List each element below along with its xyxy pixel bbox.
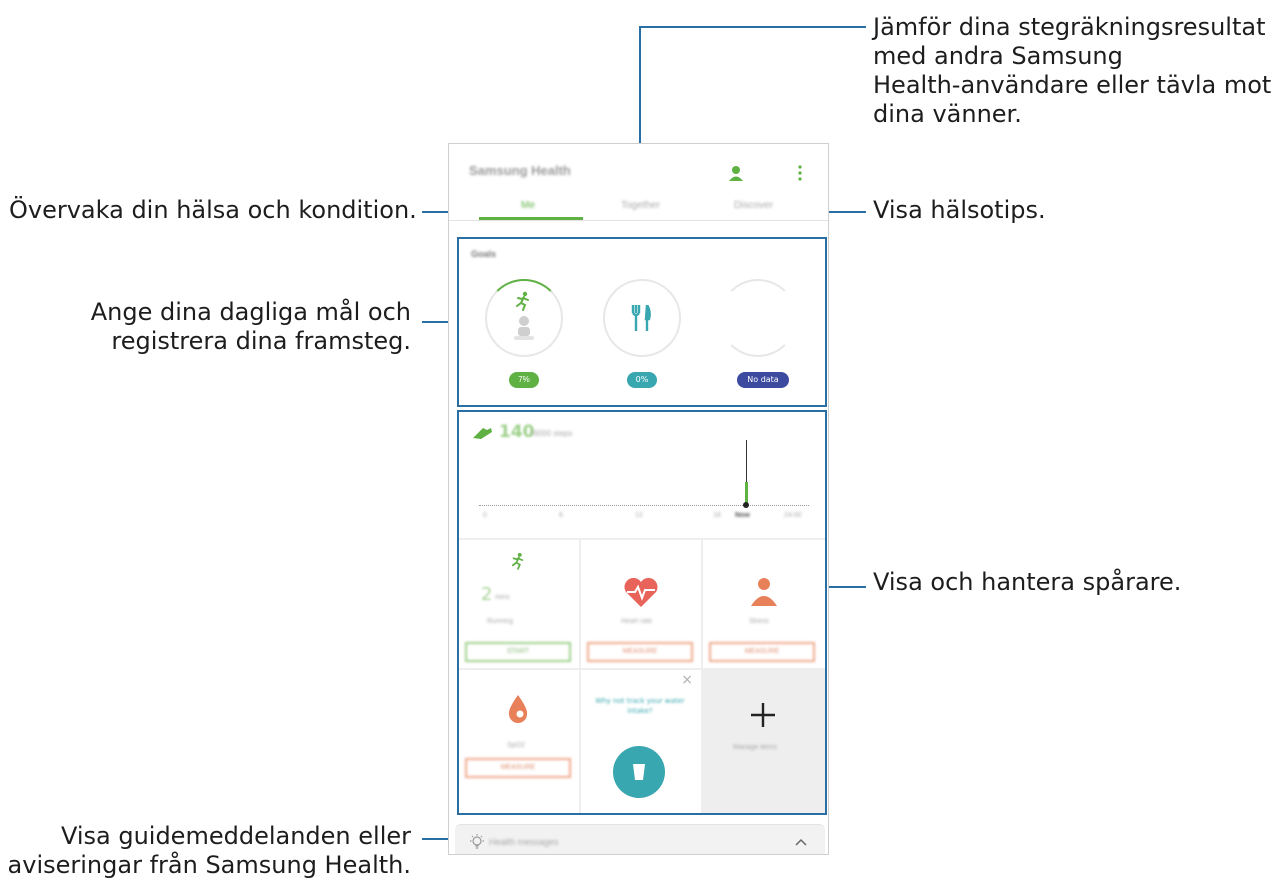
health-messages-bar[interactable]: Health messages [455,824,825,854]
goals-section: Goals 7% 0% No data [457,237,827,407]
chart-label-18: 18 [713,512,721,519]
spo2-label: SpO2 [507,742,525,749]
app-title: Samsung Health [469,163,571,178]
more-options-icon[interactable] [797,165,803,181]
measure-spo2-button[interactable]: MEASURE [465,758,571,778]
chart-label-12: 12 [635,512,643,519]
callout-compare-line-4: dina vänner. [873,100,1022,128]
chart-label-6: 6 [559,512,563,519]
chevron-up-icon[interactable] [795,838,807,846]
chart-label-end: 24:00 [784,512,802,519]
food-goal-badge: 0% [627,372,657,388]
moon-icon [753,305,767,330]
tracker-card-heart-rate[interactable]: Heart rate MEASURE [581,540,701,668]
phone-screen: Samsung Health Me Together Discover Goal… [448,143,829,855]
sleep-goal-badge: No data [737,372,789,388]
steps-chart-point [743,502,749,508]
trackers-section: 140 /6000 steps 0 6 12 18 Now 24:00 2 mi… [457,410,827,815]
tracker-card-water[interactable]: × Why not track your water intake? [581,670,701,813]
person-silhouette-icon [514,316,534,340]
line-trackers [825,586,866,588]
heart-rate-icon [624,578,658,607]
callout-compare-line-1: Jämför dina stegräkningsresultat [873,13,1266,41]
fork-knife-icon [631,305,651,331]
glass-icon [633,764,645,780]
sleep-goal-ring[interactable] [719,279,797,357]
running-icon [511,552,524,570]
food-goal-ring[interactable] [603,279,681,357]
blood-drop-icon [508,695,528,723]
callout-monitor: Övervaka din hälsa och kondition. [9,196,417,224]
callout-goals-line-1: Ange dina dagliga mål och [90,298,411,326]
running-unit: mins [495,594,510,601]
manage-items-label: Manage items [733,744,777,751]
steps-value: 140 [499,422,535,442]
plus-icon [751,703,775,727]
lightbulb-icon [470,834,484,849]
tab-bar: Me Together Discover [449,192,828,221]
stress-label: Stress [749,618,769,625]
tracker-card-stress[interactable]: Stress MEASURE [703,540,825,668]
heart-rate-label: Heart rate [621,618,653,625]
line-compare-h [639,26,866,28]
running-label: Running [487,618,514,625]
callout-goals-line-2: registrera dina framsteg. [111,327,411,355]
running-icon [516,291,529,311]
callout-compare: Jämför dina stegräkningsresultat med and… [873,13,1271,129]
stress-icon [751,578,777,606]
tab-together[interactable]: Together [621,200,660,211]
tab-discover[interactable]: Discover [734,200,773,211]
tab-indicator [479,217,583,220]
steps-card[interactable]: 140 /6000 steps 0 6 12 18 Now 24:00 [459,412,825,538]
callout-messages-line-2: aviseringar från Samsung Health. [7,851,411,879]
steps-unit: /6000 steps [531,429,573,438]
manage-items-card[interactable]: Manage items [703,670,825,813]
add-water-button[interactable] [613,746,665,798]
callout-messages: Visa guidemeddelanden eller aviseringar … [8,822,411,880]
water-prompt: Why not track your water intake? [595,697,685,715]
chart-label-0: 0 [483,512,487,519]
tab-me[interactable]: Me [521,200,535,211]
tracker-card-spo2[interactable]: SpO2 MEASURE [459,670,579,813]
callout-tips: Visa hälsotips. [873,196,1046,224]
callout-trackers: Visa och hantera spårare. [873,568,1182,596]
callout-compare-line-3: Health-användare eller tävla mot [873,71,1272,99]
tracker-card-running[interactable]: 2 mins Running START [459,540,579,668]
callout-messages-line-1: Visa guidemeddelanden eller [60,822,411,850]
steps-chart-axis [479,505,809,506]
activity-goal-badge: 7% [509,372,539,388]
running-value: 2 [481,584,493,605]
close-icon[interactable]: × [681,672,693,688]
chart-label-now: Now [735,512,750,519]
goals-title: Goals [471,249,497,259]
shoe-icon [473,428,492,439]
measure-stress-button[interactable]: MEASURE [709,642,815,662]
health-messages-label: Health messages [489,837,559,847]
activity-goal-ring[interactable] [485,279,563,357]
profile-icon[interactable] [729,165,743,181]
callout-compare-line-2: med andra Samsung [873,42,1123,70]
start-button[interactable]: START [465,642,571,662]
callout-goals: Ange dina dagliga mål och registrera din… [91,298,411,356]
measure-heart-rate-button[interactable]: MEASURE [587,642,693,662]
